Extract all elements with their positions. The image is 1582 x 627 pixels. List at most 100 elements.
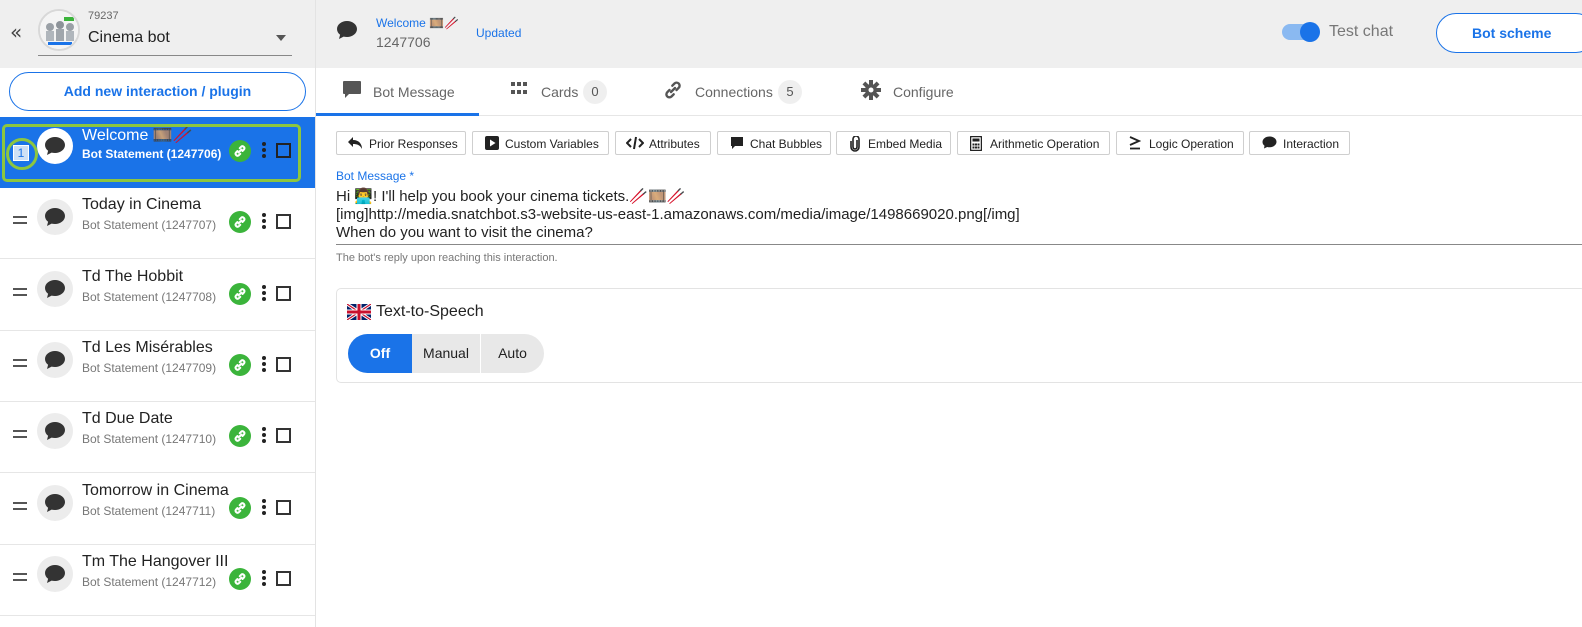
interaction-subtitle: Bot Statement (1247711) (82, 504, 216, 518)
code-icon (625, 136, 645, 153)
toolbar-label: Embed Media (868, 137, 943, 151)
tts-manual-button[interactable]: Manual (412, 334, 480, 373)
chat-bubble-icon (37, 556, 73, 592)
embed-media-button[interactable]: Embed Media (836, 131, 951, 155)
tab-label: Bot Message (373, 84, 455, 100)
select-checkbox[interactable] (276, 428, 291, 443)
link-icon[interactable] (229, 497, 251, 519)
drag-handle-icon[interactable] (13, 288, 27, 300)
chat-bubbles-button[interactable]: Chat Bubbles (717, 131, 831, 155)
chat-bubble-icon (37, 199, 73, 235)
interaction-list-item[interactable]: Tomorrow in Cinema Bot Statement (1247711… (0, 474, 315, 545)
interaction-title: Welcome 🎞️🥢 (376, 16, 460, 30)
more-options-icon[interactable] (262, 427, 266, 443)
bot-name: Cinema bot (88, 29, 170, 46)
select-checkbox[interactable] (276, 214, 291, 229)
tab-bot-message[interactable]: Bot Message (340, 68, 480, 116)
interaction-sidebar: « 79237 Cinema bot Add new interaction /… (0, 0, 316, 627)
bot-scheme-button[interactable]: Bot scheme (1436, 13, 1582, 53)
link-icon[interactable] (229, 211, 251, 233)
add-interaction-button[interactable]: Add new interaction / plugin (9, 72, 306, 111)
attributes-button[interactable]: Attributes (615, 131, 711, 155)
field-underline (336, 244, 1582, 245)
chevron-down-icon (276, 35, 286, 41)
link-icon[interactable] (229, 354, 251, 376)
active-tab-indicator (316, 113, 479, 116)
drag-handle-icon[interactable] (13, 573, 27, 585)
custom-variables-button[interactable]: Custom Variables (472, 131, 609, 155)
interaction-list-item[interactable]: Td Due Date Bot Statement (1247710) (0, 402, 315, 473)
chat-bubble-icon (37, 485, 73, 521)
play-square-icon (485, 136, 499, 153)
toolbar-label: Logic Operation (1149, 137, 1234, 151)
interaction-title: Today in Cinema (82, 196, 202, 213)
gear-icon (860, 79, 882, 104)
toolbar-label: Arithmetic Operation (990, 137, 1100, 151)
select-checkbox[interactable] (276, 286, 291, 301)
more-options-icon[interactable] (262, 499, 266, 515)
interaction-list-item[interactable]: Today in Cinema Bot Statement (1247707) (0, 188, 315, 259)
selection-highlight (2, 124, 301, 182)
logic-operation-button[interactable]: Logic Operation (1116, 131, 1244, 155)
tab-label: Connections (695, 84, 773, 100)
collapse-sidebar-icon[interactable]: « (10, 22, 28, 42)
grid-icon (511, 82, 528, 100)
connections-count-badge: 5 (778, 80, 802, 104)
cards-count-badge: 0 (583, 80, 607, 104)
toggle-knob (1300, 22, 1320, 42)
bot-message-help: The bot's reply upon reaching this inter… (336, 252, 558, 264)
paperclip-icon (849, 135, 861, 155)
select-checkbox[interactable] (276, 357, 291, 372)
more-options-icon[interactable] (262, 213, 266, 229)
chat-bubble-icon (37, 342, 73, 378)
select-checkbox[interactable] (276, 500, 291, 515)
tab-bar: Bot Message Cards 0 Connections 5 Config… (316, 68, 1582, 116)
bot-select[interactable]: Cinema bot (38, 26, 292, 56)
save-status: Updated (476, 26, 522, 40)
tab-label: Cards (541, 84, 579, 100)
tab-label: Configure (893, 84, 954, 100)
interaction-title: Tm The Hangover III (82, 553, 229, 570)
more-options-icon[interactable] (262, 285, 266, 301)
interaction-list-item[interactable]: Tm The Hangover III Bot Statement (124771… (0, 545, 315, 616)
tts-off-button[interactable]: Off (348, 334, 412, 373)
interaction-title: Td Les Misérables (82, 339, 213, 356)
tts-mode-selector: Off Manual Auto (348, 334, 544, 373)
bot-message-textarea[interactable]: Hi 👨‍💻! I'll help you book your cinema t… (336, 188, 1582, 242)
interaction-list-item[interactable]: Td The Hobbit Bot Statement (1247708) (0, 260, 315, 331)
link-icon[interactable] (229, 283, 251, 305)
link-icon[interactable] (229, 568, 251, 590)
interaction-header: Welcome 🎞️🥢 1247706 Updated Test chat Bo… (316, 0, 1582, 68)
interaction-subtitle: Bot Statement (1247707) (82, 218, 217, 232)
chat-bubble-icon (37, 413, 73, 449)
more-options-icon[interactable] (262, 570, 266, 586)
toolbar-label: Chat Bubbles (750, 137, 823, 151)
text-to-speech-card: Text-to-Speech Off Manual Auto (336, 288, 1582, 383)
drag-handle-icon[interactable] (13, 430, 27, 442)
link-icon (662, 79, 684, 104)
bot-header: « 79237 Cinema bot (0, 0, 315, 68)
tts-title: Text-to-Speech (376, 303, 484, 320)
select-checkbox[interactable] (276, 571, 291, 586)
drag-handle-icon[interactable] (13, 502, 27, 514)
interaction-list-item[interactable]: Td Les Misérables Bot Statement (1247709) (0, 331, 315, 402)
tts-auto-button[interactable]: Auto (481, 334, 544, 373)
prior-responses-button[interactable]: Prior Responses (336, 131, 466, 155)
arithmetic-operation-button[interactable]: Arithmetic Operation (957, 131, 1110, 155)
reply-icon (347, 136, 363, 153)
toolbar-label: Attributes (649, 137, 700, 151)
interaction-id: 1247706 (376, 34, 431, 50)
greater-equal-icon (1129, 136, 1142, 153)
uk-flag-icon (346, 302, 372, 325)
more-options-icon[interactable] (262, 356, 266, 372)
tab-configure[interactable]: Configure (860, 68, 980, 116)
interaction-button[interactable]: Interaction (1249, 131, 1350, 155)
drag-handle-icon[interactable] (13, 359, 27, 371)
tab-connections[interactable]: Connections 5 (662, 68, 812, 116)
chat-bubble-icon (336, 20, 358, 45)
interaction-subtitle: Bot Statement (1247712) (82, 575, 217, 589)
test-chat-label: Test chat (1329, 23, 1394, 40)
tab-cards[interactable]: Cards 0 (510, 68, 610, 116)
link-icon[interactable] (229, 425, 251, 447)
drag-handle-icon[interactable] (13, 216, 27, 228)
